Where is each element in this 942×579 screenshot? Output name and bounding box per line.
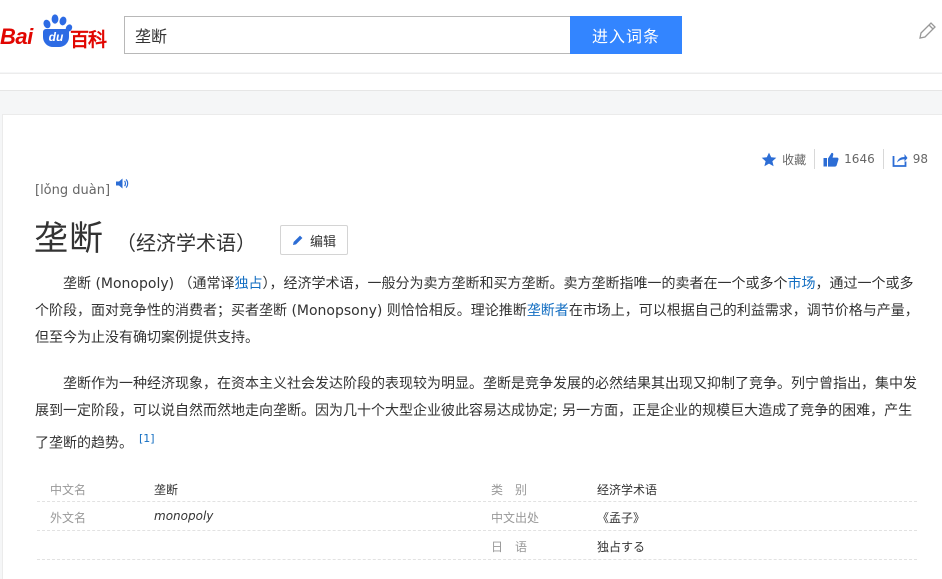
entry-title-row: 垄断 （经济学术语） 编辑 bbox=[34, 211, 348, 260]
info-row: 中文名 垄断 类 别 经济学术语 bbox=[37, 474, 917, 502]
top-header: Bai du 百科 进入词条 bbox=[0, 0, 942, 72]
info-value: 垄断 bbox=[154, 483, 179, 497]
nav-strip bbox=[0, 73, 942, 91]
para1-text-a: 垄断 (Monopoly) （通常译 bbox=[63, 276, 235, 292]
edit-label: 编辑 bbox=[309, 234, 336, 250]
info-key: 中文名 bbox=[50, 483, 87, 497]
entry-toolbar: 收藏 1646 98 bbox=[753, 149, 936, 169]
para2-text: 垄断作为一种经济现象，在资本主义社会发达阶段的表现较为明显。垄断是竞争发展的必然… bbox=[35, 376, 917, 452]
info-key: 中文出处 bbox=[491, 511, 540, 525]
info-row: 日 语 独占する bbox=[37, 531, 917, 560]
like-count: 1646 bbox=[844, 152, 875, 166]
pinyin-row: [lǒng duàn] bbox=[35, 178, 129, 198]
baidu-baike-logo[interactable]: Bai du 百科 bbox=[0, 14, 116, 54]
logo-bai-text: Bai bbox=[0, 24, 33, 49]
entry-title: 垄断 bbox=[34, 219, 104, 259]
pinyin-text: [lǒng duàn] bbox=[35, 183, 111, 198]
edit-button[interactable]: 编辑 bbox=[280, 225, 348, 255]
like-button[interactable]: 1646 bbox=[814, 149, 883, 169]
logo-du-text: du bbox=[43, 29, 69, 47]
info-value: 《孟子》 bbox=[597, 511, 646, 525]
pencil-icon[interactable] bbox=[916, 20, 938, 42]
enter-entry-button[interactable]: 进入词条 bbox=[570, 16, 682, 54]
info-value: 经济学术语 bbox=[597, 483, 658, 497]
info-key: 外文名 bbox=[50, 511, 87, 525]
basic-info-table: 中文名 垄断 类 别 经济学术语 外文名 monopoly 中文出处 《孟子》 … bbox=[37, 474, 917, 560]
para1-text-b: ），经济学术语，一般分为卖方垄断和买方垄断。卖方垄断指唯一的卖者在一个或多个 bbox=[262, 276, 788, 292]
favorite-button[interactable]: 收藏 bbox=[753, 149, 814, 169]
pencil-icon bbox=[292, 235, 303, 245]
entry-card: 收藏 1646 98 [lǒng duàn] 垄断 （经济学术语） 编辑 垄断 … bbox=[2, 114, 942, 579]
favorite-label: 收藏 bbox=[782, 152, 807, 167]
speaker-icon[interactable] bbox=[115, 177, 129, 190]
info-value: monopoly bbox=[154, 509, 214, 523]
reference-link[interactable]: [1] bbox=[139, 432, 155, 445]
thumbs-up-icon bbox=[823, 152, 839, 167]
entry-subtitle: （经济学术语） bbox=[116, 231, 256, 255]
link-monopolist[interactable]: 垄断者 bbox=[527, 303, 569, 319]
summary-paragraph-2: 垄断作为一种经济现象，在资本主义社会发达阶段的表现较为明显。垄断是竞争发展的必然… bbox=[35, 371, 921, 458]
info-row: 外文名 monopoly 中文出处 《孟子》 bbox=[37, 502, 917, 531]
info-key: 日 语 bbox=[491, 540, 528, 554]
share-count: 98 bbox=[912, 152, 928, 166]
info-value: 独占する bbox=[597, 540, 646, 554]
summary-paragraph-1: 垄断 (Monopoly) （通常译独占），经济学术语，一般分为卖方垄断和买方垄… bbox=[35, 271, 921, 352]
share-button[interactable]: 98 bbox=[882, 149, 936, 169]
star-icon bbox=[761, 152, 777, 166]
link-duzhan[interactable]: 独占 bbox=[235, 276, 263, 292]
link-market[interactable]: 市场 bbox=[788, 276, 816, 292]
search-input[interactable] bbox=[124, 16, 571, 54]
logo-baike-text: 百科 bbox=[70, 29, 107, 51]
info-key: 类 别 bbox=[491, 483, 528, 497]
share-icon bbox=[892, 153, 908, 167]
